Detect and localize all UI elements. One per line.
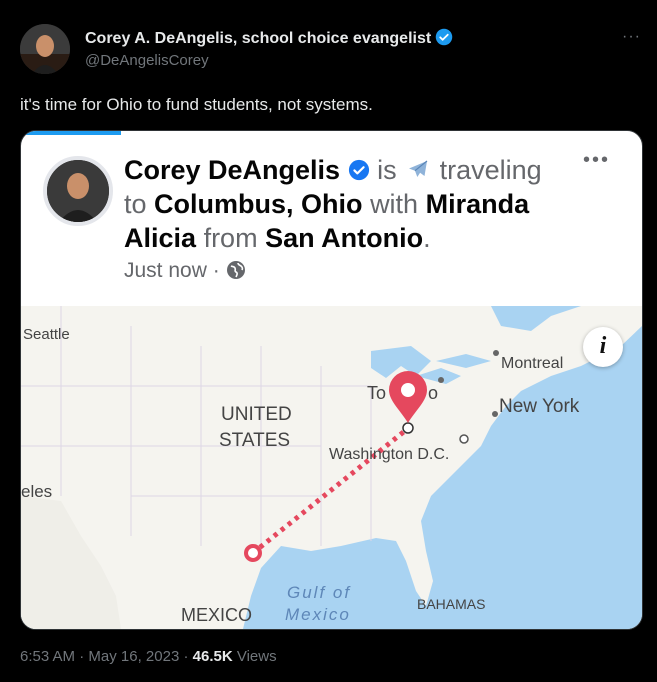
post-destination: Columbus, Ohio [154, 189, 363, 219]
tweet-meta: 6:53 AM · May 16, 2023 · 46.5K Views [20, 648, 277, 665]
post-verified-icon [348, 159, 369, 181]
post-period: . [423, 223, 431, 253]
meta-sep-1: · [79, 648, 85, 665]
map-view: Seattle Montreal New York To o UNITED ST… [21, 306, 642, 629]
more-options-icon[interactable]: ··· [622, 28, 641, 46]
label-gulf-mexico: Mexico [285, 605, 351, 624]
label-seattle: Seattle [23, 326, 70, 343]
tweet-text: it's time for Ohio to fund students, not… [20, 95, 373, 114]
verified-badge-icon [435, 28, 453, 46]
post-traveling: traveling [439, 155, 542, 185]
media-progress-bar [21, 131, 121, 135]
tweet-time[interactable]: 6:53 AM [20, 648, 75, 665]
post-time-sep: · [212, 259, 220, 282]
tweet-views-label: Views [236, 648, 277, 665]
author-avatar[interactable] [20, 24, 70, 74]
label-states: STATES [219, 430, 290, 451]
post-is: is [377, 155, 397, 185]
globe-icon [226, 261, 245, 279]
pin-center [401, 383, 415, 397]
label-montreal: Montreal [501, 355, 563, 372]
origin-marker [244, 544, 262, 562]
post-time-text: Just now [124, 259, 207, 282]
post-origin: San Antonio [265, 223, 424, 253]
author-handle[interactable]: @DeAngelisCorey [85, 52, 209, 69]
label-bahamas: BAHAMAS [417, 596, 485, 612]
airplane-icon [409, 160, 428, 177]
post-avatar [43, 156, 113, 226]
info-icon: i [599, 333, 607, 359]
label-gulf: Gulf of [287, 583, 351, 602]
post-author-name: Corey DeAngelis [124, 155, 341, 185]
post-more-icon: ••• [583, 149, 611, 171]
meta-sep-2: · [183, 648, 189, 665]
label-united: UNITED [221, 404, 292, 425]
washington-dot [459, 434, 469, 444]
tweet-date[interactable]: May 16, 2023 [88, 648, 179, 665]
label-new-york: New York [499, 396, 580, 417]
destination-dot [402, 422, 414, 434]
post-to: to [124, 189, 147, 219]
tweet-media-card[interactable]: Corey DeAngelis is traveling to Columbus… [20, 130, 643, 630]
author-name-text: Corey A. DeAngelis, school choice evange… [85, 30, 432, 47]
avatar-image [20, 24, 70, 74]
post-from: from [203, 223, 258, 253]
author-display-name[interactable]: Corey A. DeAngelis, school choice evange… [85, 28, 453, 48]
label-toronto-a: To [367, 383, 386, 403]
post-avatar-image [47, 160, 109, 222]
post-status-text: Corey DeAngelis is traveling to Columbus… [124, 153, 544, 255]
post-timestamp: Just now · [124, 259, 246, 283]
map-graphic: Seattle Montreal New York To o UNITED ST… [21, 306, 642, 629]
label-washington: Washington D.C. [329, 446, 449, 463]
label-mexico: MEXICO [181, 605, 252, 625]
post-with: with [370, 189, 419, 219]
map-info-button[interactable]: i [583, 327, 623, 367]
label-angeles: eles [21, 482, 52, 501]
tweet-views-count: 46.5K [192, 648, 233, 665]
label-toronto-b: o [428, 383, 438, 403]
